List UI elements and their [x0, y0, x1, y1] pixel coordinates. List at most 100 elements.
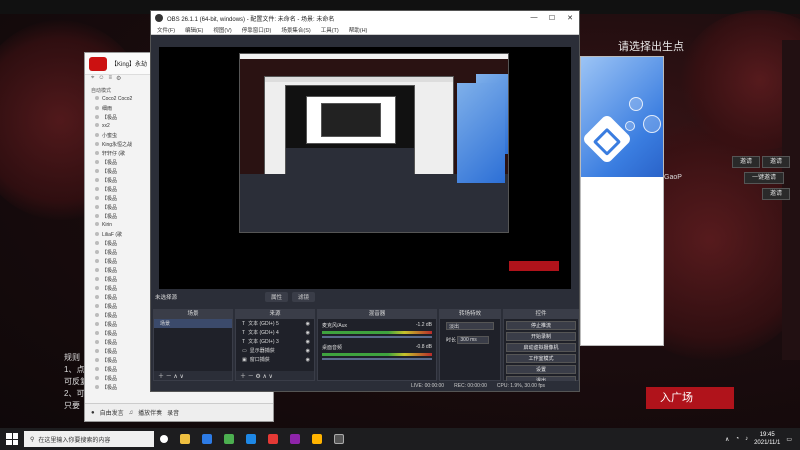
volume-icon[interactable]: ♪	[745, 436, 748, 442]
status-dot-icon	[95, 340, 99, 344]
chevron-down-icon[interactable]: ∨	[179, 374, 183, 380]
chevron-up-icon[interactable]: ∧	[725, 436, 729, 443]
clock-date: 2021/11/1	[754, 440, 781, 446]
source-name: 文本 (GDI+) 5	[248, 321, 279, 327]
windows-taskbar: ⚲ 在这里输入你要搜索的内容 ∧ ◔ ♪ 19:45 2021/11/1 ▭	[0, 428, 800, 450]
music-icon[interactable]: ♫	[129, 410, 134, 416]
client-bottom-bar: ● 自由发言 ♫ 播放伴奏 录音	[85, 403, 273, 421]
remove-icon[interactable]: －	[248, 374, 254, 380]
obs-logo-icon	[155, 14, 163, 22]
properties-button[interactable]: 属性	[265, 292, 289, 302]
network-icon[interactable]: ◔	[735, 436, 739, 442]
invite-button[interactable]: 邀请	[732, 156, 760, 168]
duration-input[interactable]: 300 ms	[457, 336, 490, 344]
minimize-icon[interactable]: —	[525, 14, 543, 22]
obs-menu-item[interactable]: 场景集合(S)	[281, 26, 310, 34]
chevron-up-icon[interactable]: ∧	[262, 374, 266, 380]
maximize-icon[interactable]: ☐	[543, 14, 561, 22]
file-explorer-icon[interactable]	[180, 434, 190, 444]
list-icon[interactable]: ≡	[109, 75, 113, 85]
user-icon[interactable]: ☺	[98, 75, 104, 85]
remove-icon[interactable]: －	[166, 374, 172, 380]
clock-time: 19:45	[759, 432, 775, 438]
free-speak-button[interactable]: 自由发言	[100, 408, 124, 417]
taskbar-clock[interactable]: 19:45 2021/11/1	[754, 431, 780, 447]
enter-plaza-button[interactable]: 入广场	[646, 387, 734, 409]
edge-icon[interactable]	[202, 434, 212, 444]
notification-icon[interactable]: ▭	[786, 436, 792, 443]
transition-select[interactable]: 淡出	[446, 322, 494, 330]
member-name: 【极品	[102, 214, 118, 220]
controls-dock: 控件 停止推流开始录制启动虚拟摄像机工作室模式设置退出	[503, 309, 579, 385]
member-name: Kirin	[102, 222, 113, 228]
volume-slider[interactable]	[322, 358, 432, 360]
volume-slider[interactable]	[322, 336, 432, 338]
member-name: 【极品	[102, 385, 118, 391]
obs-menu-item[interactable]: 视图(V)	[213, 26, 231, 34]
control-button[interactable]: 启动虚拟摄像机	[506, 343, 576, 352]
taskbar-search[interactable]: ⚲ 在这里输入你要搜索的内容	[24, 431, 154, 447]
control-button[interactable]: 工作室模式	[506, 354, 576, 363]
settings-icon[interactable]: ⚙	[116, 75, 121, 85]
invite-button[interactable]: 邀请	[762, 188, 790, 200]
overlay-text: 只要	[64, 401, 80, 410]
source-item[interactable]: T 文本 (GDI+) 4 ◉	[236, 328, 314, 337]
scene-item[interactable]: 场景	[154, 319, 232, 328]
app-icon[interactable]	[312, 434, 322, 444]
obs-menu-item[interactable]: 工具(T)	[321, 26, 339, 34]
status-dot-icon	[95, 142, 99, 146]
gear-icon[interactable]: ⚙	[255, 374, 260, 380]
visibility-icon[interactable]: ◉	[306, 321, 310, 327]
cpu-status: CPU: 1.9%, 30.00 fps	[496, 383, 545, 389]
mixer-dock-title: 混音器	[318, 310, 436, 319]
nested-preview	[306, 96, 396, 144]
source-item[interactable]: ▭ 显示器捕获 ◉	[236, 346, 314, 355]
member-name: 【极品	[102, 115, 118, 121]
mic-icon[interactable]: ●	[91, 410, 95, 416]
control-button[interactable]: 停止推流	[506, 321, 576, 330]
location-icon[interactable]: ⌖	[91, 75, 94, 85]
record-button[interactable]: 录音	[167, 408, 179, 417]
source-item[interactable]: T 文本 (GDI+) 3 ◉	[236, 337, 314, 346]
add-icon[interactable]: ＋	[158, 374, 164, 380]
invite-all-button[interactable]: 一键邀请	[744, 172, 784, 184]
filters-button[interactable]: 滤镜	[292, 292, 316, 302]
source-item[interactable]: T 文本 (GDI+) 5 ◉	[236, 319, 314, 328]
status-dot-icon	[95, 214, 99, 218]
control-button[interactable]: 开始录制	[506, 332, 576, 341]
overlay-text: 规则	[64, 353, 80, 362]
obs-taskbar-icon[interactable]	[334, 434, 344, 444]
add-icon[interactable]: ＋	[240, 374, 246, 380]
obs-menu-item[interactable]: 停靠窗口(D)	[242, 26, 272, 34]
play-accompaniment-button[interactable]: 播放伴奏	[138, 408, 162, 417]
status-dot-icon	[95, 385, 99, 389]
obs-menu-item[interactable]: 编辑(E)	[185, 26, 203, 34]
close-icon[interactable]: ✕	[561, 14, 579, 22]
visibility-icon[interactable]: ◉	[306, 339, 310, 345]
member-name: 【极品	[102, 196, 118, 202]
control-button[interactable]: 设置	[506, 365, 576, 374]
member-name: 【极品	[102, 187, 118, 193]
status-dot-icon	[95, 123, 99, 127]
visibility-icon[interactable]: ◉	[306, 357, 310, 363]
chrome-icon[interactable]	[224, 434, 234, 444]
obs-preview-canvas[interactable]	[159, 47, 571, 289]
status-dot-icon	[95, 358, 99, 362]
obs-menu-item[interactable]: 帮助(H)	[349, 26, 368, 34]
source-item[interactable]: ▣ 窗口捕获 ◉	[236, 355, 314, 364]
app-icon[interactable]	[290, 434, 300, 444]
task-view-icon[interactable]	[160, 435, 168, 443]
invite-button[interactable]: 邀请	[762, 156, 790, 168]
visibility-icon[interactable]: ◉	[306, 330, 310, 336]
member-name: 小蜜虫	[102, 133, 118, 139]
obs-menu-item[interactable]: 文件(F)	[157, 26, 175, 34]
app-icon[interactable]	[268, 434, 278, 444]
member-name: 【极品	[102, 160, 118, 166]
chevron-down-icon[interactable]: ∨	[269, 374, 273, 380]
visibility-icon[interactable]: ◉	[306, 348, 310, 354]
chevron-up-icon[interactable]: ∧	[173, 374, 177, 380]
decorative-bubble	[643, 115, 661, 133]
no-source-label: 未选择源	[155, 295, 178, 301]
app-icon[interactable]	[246, 434, 256, 444]
windows-start-icon[interactable]	[6, 433, 18, 445]
